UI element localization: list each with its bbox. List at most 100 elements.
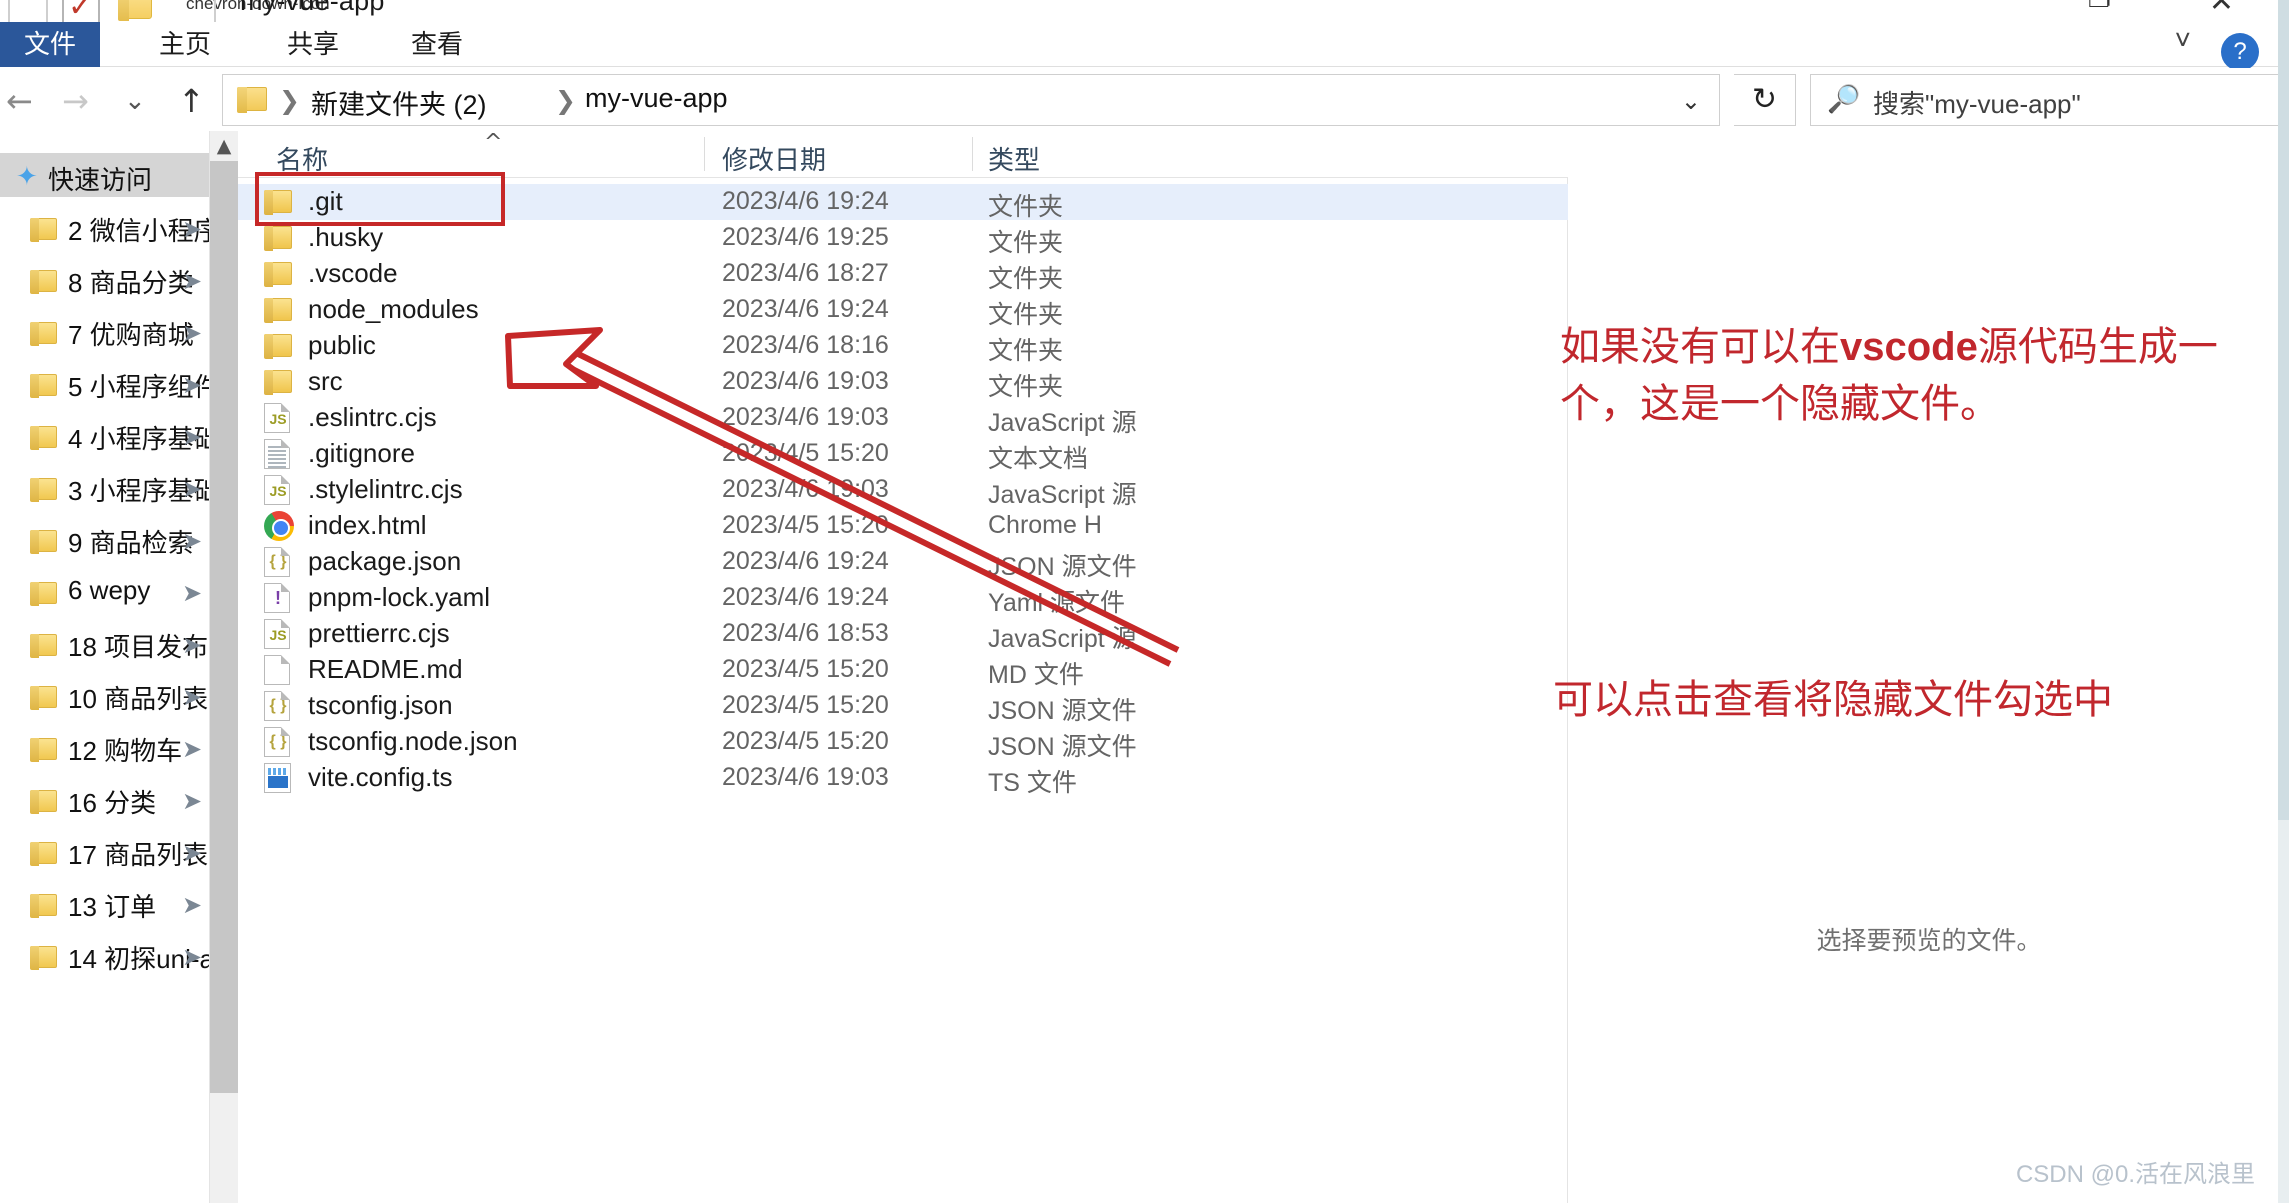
breadcrumb-item-0[interactable]: 新建文件夹 (2) — [311, 83, 487, 122]
folder-icon — [30, 738, 57, 762]
file-type: JavaScript 源 — [988, 409, 1137, 437]
folder-icon — [30, 374, 57, 398]
folder-icon — [30, 426, 57, 450]
file-type: 文件夹 — [988, 229, 1064, 257]
table-row[interactable]: { } package.json 2023/4/6 19:24 JSON 源文件 — [238, 544, 1568, 581]
file-type: JavaScript 源 — [988, 625, 1137, 653]
table-row[interactable]: JS .eslintrc.cjs 2023/4/6 19:03 JavaScript … — [238, 400, 1568, 437]
table-row[interactable]: { } tsconfig.json 2023/4/5 15:20 JSON 源文件 — [238, 688, 1568, 725]
sidebar-item[interactable]: 12 购物车 ➤ — [0, 723, 209, 776]
sidebar-item[interactable]: 16 分类 ➤ — [0, 775, 209, 828]
pin-icon[interactable]: ➤ — [182, 787, 202, 815]
minimize-button[interactable]: ❐ — [2088, 0, 2111, 14]
back-button[interactable]: ← — [6, 82, 33, 120]
search-box[interactable]: 🔍 搜索"my-vue-app" — [1810, 74, 2280, 126]
help-button[interactable]: ? — [2221, 33, 2259, 71]
folder-icon — [30, 582, 57, 606]
column-header-type[interactable]: 类型 — [988, 140, 1040, 177]
star-icon: ✦ — [16, 162, 38, 192]
tab-view[interactable]: 查看 — [382, 22, 492, 67]
sidebar-item[interactable]: 9 商品检索 ➤ — [0, 515, 209, 568]
table-row[interactable]: .vscode 2023/4/6 18:27 文件夹 — [238, 256, 1568, 293]
close-button[interactable]: ✕ — [2209, 0, 2234, 19]
pin-icon[interactable]: ➤ — [182, 319, 202, 347]
forward-button[interactable]: → — [62, 82, 89, 120]
tab-home[interactable]: 主页 — [130, 22, 240, 67]
scroll-up-icon[interactable]: ▲ — [210, 131, 238, 161]
sidebar-item[interactable]: 10 商品列表 ➤ — [0, 671, 209, 724]
recent-locations-button[interactable]: ⌄ — [124, 86, 146, 116]
breadcrumb[interactable]: ❯ 新建文件夹 (2) ❯ my-vue-app ⌄ — [222, 74, 1720, 126]
table-row[interactable]: { } tsconfig.node.json 2023/4/5 15:20 JSON … — [238, 724, 1568, 761]
sidebar-item[interactable]: 5 小程序组件 ➤ — [0, 359, 209, 412]
pin-icon[interactable]: ➤ — [182, 423, 202, 451]
pin-icon[interactable]: ➤ — [182, 475, 202, 503]
tab-share[interactable]: 共享 — [258, 22, 368, 67]
table-row[interactable]: vite.config.ts 2023/4/6 19:03 TS 文件 — [238, 760, 1568, 797]
sidebar-item[interactable]: 6 wepy ➤ — [0, 567, 209, 620]
folder-icon — [30, 322, 57, 346]
sidebar-item[interactable]: 13 订单 ➤ — [0, 879, 209, 932]
chevron-down-icon[interactable]: ˅ — [2175, 24, 2191, 56]
table-row[interactable]: src 2023/4/6 19:03 文件夹 — [238, 364, 1568, 401]
scrollbar-thumb[interactable] — [210, 161, 238, 1093]
pin-icon[interactable]: ➤ — [182, 527, 202, 555]
table-row[interactable]: .gitignore 2023/4/5 15:20 文本文档 — [238, 436, 1568, 473]
table-row[interactable]: JS .stylelintrc.cjs 2023/4/6 19:03 JavaScri… — [238, 472, 1568, 509]
refresh-button[interactable]: ↻ — [1734, 74, 1796, 126]
up-button[interactable]: ↑ — [178, 82, 205, 120]
column-divider[interactable] — [972, 137, 973, 171]
annotation-note-1-bold: vscode — [1840, 324, 1978, 369]
sidebar-item[interactable]: 17 商品列表 ➤ — [0, 827, 209, 880]
address-bar: ← → ⌄ ↑ ❯ 新建文件夹 (2) ❯ my-vue-app ⌄ ↻ 🔍 搜… — [0, 68, 2289, 130]
table-row[interactable]: ! pnpm-lock.yaml 2023/4/6 19:24 Yaml 源文件 — [238, 580, 1568, 617]
pin-icon[interactable]: ➤ — [182, 371, 202, 399]
folder-icon — [30, 270, 57, 294]
pin-icon[interactable]: ➤ — [182, 631, 202, 659]
table-row[interactable]: public 2023/4/6 18:16 文件夹 — [238, 328, 1568, 365]
pin-icon[interactable]: ➤ — [182, 735, 202, 763]
file-modified-date: 2023/4/6 19:03 — [722, 367, 889, 395]
pin-icon[interactable]: ➤ — [182, 267, 202, 295]
file-type: JSON 源文件 — [988, 553, 1137, 581]
file-name: src — [308, 366, 343, 396]
navigation-pane: ✦ 快速访问 2 微信小程序入➤8 商品分类➤7 优购商城➤5 小程序组件➤4 … — [0, 131, 210, 1203]
search-icon: 🔍 — [1827, 84, 1861, 115]
file-type: MD 文件 — [988, 661, 1084, 689]
breadcrumb-item-1[interactable]: my-vue-app — [585, 83, 728, 114]
table-row[interactable]: index.html 2023/4/5 15:20 Chrome H — [238, 508, 1568, 544]
js-file-icon: JS — [264, 475, 290, 505]
csdn-watermark: CSDN @0.活在风浪里 — [2015, 1161, 2255, 1188]
pin-icon[interactable]: ➤ — [182, 579, 202, 607]
navigation-scrollbar[interactable]: ▲ — [210, 131, 238, 1203]
table-row[interactable]: node_modules 2023/4/6 19:24 文件夹 — [238, 292, 1568, 329]
annotation-note-1-part-a: 如果没有可以在 — [1560, 323, 1840, 370]
pin-icon[interactable]: ➤ — [182, 215, 202, 243]
chevron-down-icon[interactable]: ⌄ — [1681, 87, 1701, 116]
file-type: 文件夹 — [988, 337, 1064, 365]
sidebar-item[interactable]: 7 优购商城 ➤ — [0, 307, 209, 360]
file-type: 文件夹 — [988, 301, 1064, 329]
column-divider[interactable] — [704, 137, 705, 171]
sidebar-item[interactable]: 3 小程序基础 ➤ — [0, 463, 209, 516]
file-name: tsconfig.json — [308, 690, 453, 720]
table-row[interactable]: JS prettierrc.cjs 2023/4/6 18:53 JavaScript… — [238, 616, 1568, 653]
title-bar-divider — [214, 0, 216, 24]
pin-icon[interactable]: ➤ — [182, 891, 202, 919]
sidebar-item[interactable]: 14 初探uni-a ➤ — [0, 931, 209, 984]
pin-icon[interactable]: ➤ — [182, 683, 202, 711]
column-header-date[interactable]: 修改日期 — [722, 140, 826, 177]
pin-icon[interactable]: ➤ — [182, 943, 202, 971]
table-row[interactable]: README.md 2023/4/5 15:20 MD 文件 — [238, 652, 1568, 689]
sidebar-item-quick-access[interactable]: ✦ 快速访问 — [0, 153, 209, 197]
tab-file[interactable]: 文件 — [0, 22, 100, 67]
folder-icon — [264, 370, 292, 395]
sidebar-item[interactable]: 2 微信小程序入➤ — [0, 203, 209, 256]
search-input[interactable]: 搜索"my-vue-app" — [1873, 84, 2081, 121]
file-type: TS 文件 — [988, 769, 1077, 797]
sidebar-item[interactable]: 4 小程序基础 ➤ — [0, 411, 209, 464]
file-name: .husky — [308, 222, 384, 252]
sidebar-item[interactable]: 18 项目发布 ➤ — [0, 619, 209, 672]
sidebar-item[interactable]: 8 商品分类 ➤ — [0, 255, 209, 308]
pin-icon[interactable]: ➤ — [182, 839, 202, 867]
